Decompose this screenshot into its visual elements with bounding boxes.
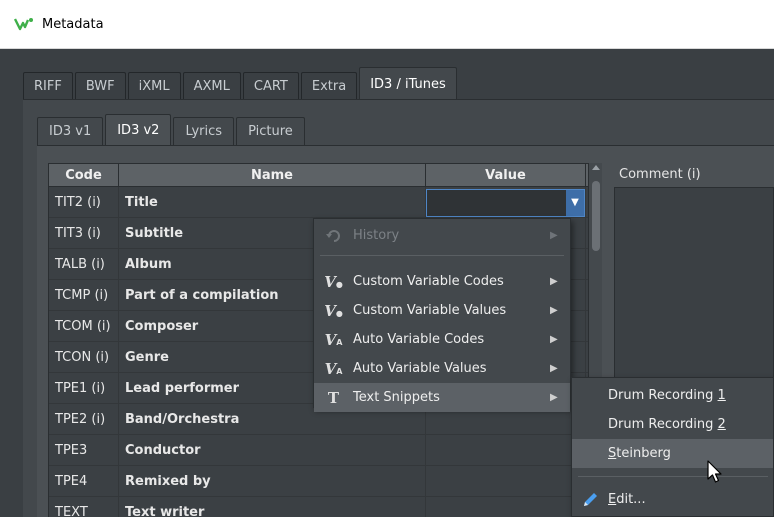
- tab-id3-v1[interactable]: ID3 v1: [37, 117, 104, 145]
- snippet-edit[interactable]: Edit...: [572, 485, 773, 514]
- menu-item-label: Custom Variable Values: [353, 303, 507, 318]
- snippet-label: Steinberg: [608, 446, 671, 461]
- menu-item-label: Text Snippets: [353, 390, 440, 405]
- chevron-right-icon: ▶: [550, 392, 558, 403]
- menu-item-text-snippets[interactable]: T Text Snippets ▶: [314, 383, 570, 412]
- column-header-name[interactable]: Name: [119, 164, 426, 186]
- code-cell: TEXT: [49, 497, 119, 517]
- menu-item-label: Custom Variable Codes: [353, 274, 504, 289]
- tab-picture[interactable]: Picture: [236, 117, 305, 145]
- value-cell[interactable]: ▼: [426, 187, 586, 217]
- value-cell[interactable]: [426, 466, 586, 496]
- tab-bwf[interactable]: BWF: [74, 72, 126, 100]
- comment-label: Comment (i): [619, 167, 701, 182]
- menu-item-auto-variable-codes[interactable]: VA Auto Variable Codes ▶: [314, 325, 570, 354]
- name-cell: Conductor: [119, 435, 426, 465]
- text-icon: T: [327, 388, 340, 407]
- custom-variable-icon: V ●: [324, 272, 343, 291]
- table-row[interactable]: TEXT Text writer: [49, 497, 597, 517]
- chevron-right-icon: ▶: [550, 305, 558, 316]
- table-row[interactable]: TPE4 Remixed by: [49, 466, 597, 497]
- chevron-right-icon: ▶: [550, 230, 558, 241]
- snippet-label: Drum Recording 2: [608, 417, 726, 432]
- chevron-right-icon: ▶: [550, 334, 558, 345]
- column-header-code[interactable]: Code: [49, 164, 119, 186]
- table-row[interactable]: TPE3 Conductor: [49, 435, 597, 466]
- column-header-value[interactable]: Value: [426, 164, 586, 186]
- window-titlebar: Metadata: [0, 0, 774, 49]
- menu-item-label: Auto Variable Values: [353, 361, 487, 376]
- name-cell: Remixed by: [119, 466, 426, 496]
- menu-item-history[interactable]: History ▶: [314, 221, 570, 250]
- top-tabbar: RIFF BWF iXML AXML CART Extra ID3 / iTun…: [23, 67, 459, 100]
- value-cell[interactable]: [426, 497, 586, 517]
- text-snippets-submenu: Drum Recording 1 Drum Recording 2 Steinb…: [571, 377, 774, 517]
- tab-axml[interactable]: AXML: [182, 72, 241, 100]
- code-cell: TIT2 (i): [49, 187, 119, 217]
- tab-id3-itunes[interactable]: ID3 / iTunes: [359, 67, 457, 100]
- menu-separator: [578, 476, 768, 477]
- code-cell: TCMP (i): [49, 280, 119, 310]
- sub-tabbar: ID3 v1 ID3 v2 Lyrics Picture: [37, 114, 307, 145]
- snippet-label: Drum Recording 1: [608, 388, 726, 403]
- tab-ixml[interactable]: iXML: [127, 72, 181, 100]
- custom-variable-icon: V ●: [324, 301, 343, 320]
- chevron-right-icon: ▶: [550, 363, 558, 374]
- code-cell: TPE1 (i): [49, 373, 119, 403]
- tab-id3-v2[interactable]: ID3 v2: [105, 114, 172, 145]
- snippet-steinberg[interactable]: Steinberg: [572, 439, 773, 468]
- tab-extra[interactable]: Extra: [300, 72, 358, 100]
- value-cell[interactable]: [426, 435, 586, 465]
- menu-item-custom-variable-values[interactable]: V ● Custom Variable Values ▶: [314, 296, 570, 325]
- code-cell: TALB (i): [49, 249, 119, 279]
- snippet-drum-recording-1[interactable]: Drum Recording 1: [572, 381, 773, 410]
- window-title: Metadata: [42, 16, 104, 32]
- table-row[interactable]: TIT2 (i) Title ▼: [49, 187, 597, 218]
- menu-item-label: Auto Variable Codes: [353, 332, 485, 347]
- scroll-up-icon[interactable]: [592, 165, 600, 170]
- code-cell: TPE4: [49, 466, 119, 496]
- name-cell: Text writer: [119, 497, 426, 517]
- auto-variable-icon: VA: [324, 330, 343, 349]
- menu-item-auto-variable-values[interactable]: VA Auto Variable Values ▶: [314, 354, 570, 383]
- tab-riff[interactable]: RIFF: [23, 72, 73, 100]
- history-icon: [314, 229, 353, 243]
- code-cell: TPE2 (i): [49, 404, 119, 434]
- scroll-thumb[interactable]: [592, 181, 600, 251]
- menu-separator: [320, 255, 564, 256]
- code-cell: TPE3: [49, 435, 119, 465]
- tab-lyrics[interactable]: Lyrics: [173, 117, 235, 145]
- code-cell: TCOM (i): [49, 311, 119, 341]
- menu-item-label: History: [353, 228, 400, 243]
- wavelab-logo-icon: [14, 16, 36, 32]
- mouse-cursor-icon: [707, 460, 723, 488]
- table-header: Code Name Value: [49, 164, 597, 187]
- auto-variable-icon: VA: [324, 359, 343, 378]
- snippet-label: Edit...: [608, 492, 646, 507]
- dropdown-arrow-icon[interactable]: ▼: [566, 189, 584, 216]
- tab-cart[interactable]: CART: [242, 72, 299, 100]
- value-context-menu: History ▶ V ● Custom Variable Codes ▶ V ● …: [313, 218, 571, 412]
- pencil-icon: [572, 492, 608, 508]
- value-input[interactable]: ▼: [426, 188, 585, 217]
- code-cell: TIT3 (i): [49, 218, 119, 248]
- chevron-right-icon: ▶: [550, 276, 558, 287]
- snippet-drum-recording-2[interactable]: Drum Recording 2: [572, 410, 773, 439]
- name-cell: Title: [119, 187, 426, 217]
- menu-item-custom-variable-codes[interactable]: V ● Custom Variable Codes ▶: [314, 267, 570, 296]
- code-cell: TCON (i): [49, 342, 119, 372]
